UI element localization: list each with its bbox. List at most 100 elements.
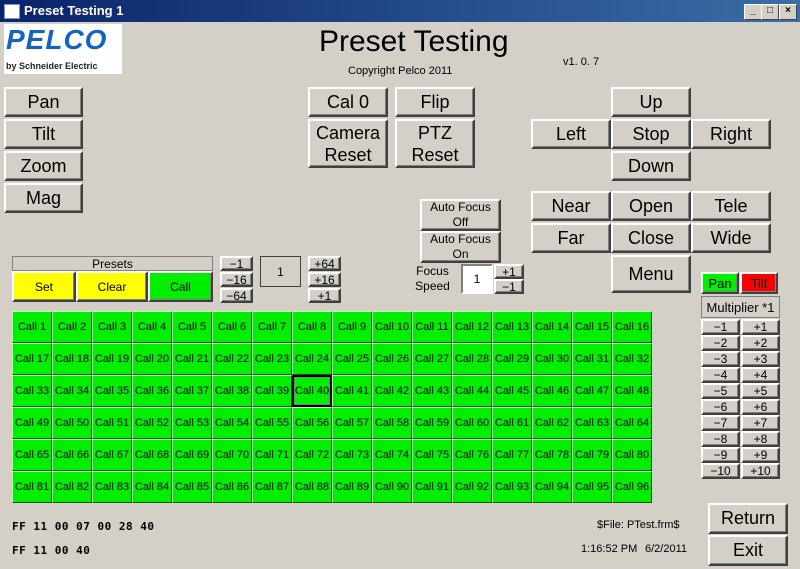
call-preset-button-73[interactable]: Call 73 bbox=[332, 439, 372, 471]
multiplier-plus-button-6[interactable]: +6 bbox=[741, 399, 780, 415]
call-preset-button-81[interactable]: Call 81 bbox=[12, 471, 52, 503]
call-preset-button-33[interactable]: Call 33 bbox=[12, 375, 52, 407]
call-preset-button-63[interactable]: Call 63 bbox=[572, 407, 612, 439]
up-button[interactable]: Up bbox=[611, 87, 691, 117]
multiplier-plus-button-2[interactable]: +2 bbox=[741, 335, 780, 351]
call-preset-button-41[interactable]: Call 41 bbox=[332, 375, 372, 407]
call-preset-button-68[interactable]: Call 68 bbox=[132, 439, 172, 471]
call-preset-button-58[interactable]: Call 58 bbox=[372, 407, 412, 439]
call-preset-button-88[interactable]: Call 88 bbox=[292, 471, 332, 503]
call-preset-button-2[interactable]: Call 2 bbox=[52, 311, 92, 343]
call-preset-button-49[interactable]: Call 49 bbox=[12, 407, 52, 439]
call-preset-button-89[interactable]: Call 89 bbox=[332, 471, 372, 503]
tilt-toggle-button[interactable]: Tilt bbox=[740, 272, 778, 294]
preset-minus16-button[interactable]: −16 bbox=[220, 272, 253, 287]
multiplier-minus-button-9[interactable]: −9 bbox=[701, 447, 740, 463]
left-button[interactable]: Left bbox=[531, 119, 611, 149]
call-preset-button-75[interactable]: Call 75 bbox=[412, 439, 452, 471]
minimize-button[interactable]: _ bbox=[744, 4, 762, 20]
call-preset-button-27[interactable]: Call 27 bbox=[412, 343, 452, 375]
call-preset-button-79[interactable]: Call 79 bbox=[572, 439, 612, 471]
call-preset-button-13[interactable]: Call 13 bbox=[492, 311, 532, 343]
call-preset-button-54[interactable]: Call 54 bbox=[212, 407, 252, 439]
call-preset-button-38[interactable]: Call 38 bbox=[212, 375, 252, 407]
call-preset-button-25[interactable]: Call 25 bbox=[332, 343, 372, 375]
call-preset-button-57[interactable]: Call 57 bbox=[332, 407, 372, 439]
call-preset-button-21[interactable]: Call 21 bbox=[172, 343, 212, 375]
call-preset-button-9[interactable]: Call 9 bbox=[332, 311, 372, 343]
call-preset-button-83[interactable]: Call 83 bbox=[92, 471, 132, 503]
call-preset-button-11[interactable]: Call 11 bbox=[412, 311, 452, 343]
call-preset-button-28[interactable]: Call 28 bbox=[452, 343, 492, 375]
call-preset-button-36[interactable]: Call 36 bbox=[132, 375, 172, 407]
cal0-button[interactable]: Cal 0 bbox=[308, 87, 388, 117]
call-preset-button-32[interactable]: Call 32 bbox=[612, 343, 652, 375]
call-preset-button-19[interactable]: Call 19 bbox=[92, 343, 132, 375]
focus-speed-input[interactable]: 1 bbox=[461, 264, 493, 294]
call-preset-button-70[interactable]: Call 70 bbox=[212, 439, 252, 471]
call-preset-button-87[interactable]: Call 87 bbox=[252, 471, 292, 503]
preset-clear-button[interactable]: Clear bbox=[76, 271, 148, 302]
multiplier-plus-button-10[interactable]: +10 bbox=[741, 463, 780, 479]
preset-plus1-button[interactable]: +1 bbox=[308, 288, 341, 303]
multiplier-plus-button-1[interactable]: +1 bbox=[741, 319, 780, 335]
call-preset-button-74[interactable]: Call 74 bbox=[372, 439, 412, 471]
call-preset-button-93[interactable]: Call 93 bbox=[492, 471, 532, 503]
multiplier-plus-button-8[interactable]: +8 bbox=[741, 431, 780, 447]
call-preset-button-61[interactable]: Call 61 bbox=[492, 407, 532, 439]
call-preset-button-20[interactable]: Call 20 bbox=[132, 343, 172, 375]
menu-button[interactable]: Menu bbox=[611, 255, 691, 293]
call-preset-button-34[interactable]: Call 34 bbox=[52, 375, 92, 407]
call-preset-button-37[interactable]: Call 37 bbox=[172, 375, 212, 407]
call-preset-button-86[interactable]: Call 86 bbox=[212, 471, 252, 503]
pan-button[interactable]: Pan bbox=[4, 87, 83, 117]
call-preset-button-43[interactable]: Call 43 bbox=[412, 375, 452, 407]
call-preset-button-67[interactable]: Call 67 bbox=[92, 439, 132, 471]
multiplier-minus-button-4[interactable]: −4 bbox=[701, 367, 740, 383]
call-preset-button-94[interactable]: Call 94 bbox=[532, 471, 572, 503]
call-preset-button-7[interactable]: Call 7 bbox=[252, 311, 292, 343]
call-preset-button-3[interactable]: Call 3 bbox=[92, 311, 132, 343]
exit-button[interactable]: Exit bbox=[708, 535, 788, 566]
close-button-lens[interactable]: Close bbox=[611, 223, 691, 253]
multiplier-plus-button-5[interactable]: +5 bbox=[741, 383, 780, 399]
near-button[interactable]: Near bbox=[531, 191, 611, 221]
call-preset-button-82[interactable]: Call 82 bbox=[52, 471, 92, 503]
ptz-reset-button[interactable]: PTZ Reset bbox=[395, 119, 475, 168]
call-preset-button-44[interactable]: Call 44 bbox=[452, 375, 492, 407]
call-preset-button-92[interactable]: Call 92 bbox=[452, 471, 492, 503]
call-preset-button-5[interactable]: Call 5 bbox=[172, 311, 212, 343]
call-preset-button-16[interactable]: Call 16 bbox=[612, 311, 652, 343]
call-preset-button-65[interactable]: Call 65 bbox=[12, 439, 52, 471]
call-preset-button-4[interactable]: Call 4 bbox=[132, 311, 172, 343]
call-preset-button-1[interactable]: Call 1 bbox=[12, 311, 52, 343]
call-preset-button-84[interactable]: Call 84 bbox=[132, 471, 172, 503]
multiplier-plus-button-4[interactable]: +4 bbox=[741, 367, 780, 383]
call-preset-button-66[interactable]: Call 66 bbox=[52, 439, 92, 471]
call-preset-button-64[interactable]: Call 64 bbox=[612, 407, 652, 439]
wide-button[interactable]: Wide bbox=[691, 223, 771, 253]
zoom-button[interactable]: Zoom bbox=[4, 151, 83, 181]
call-preset-button-69[interactable]: Call 69 bbox=[172, 439, 212, 471]
call-preset-button-56[interactable]: Call 56 bbox=[292, 407, 332, 439]
call-preset-button-59[interactable]: Call 59 bbox=[412, 407, 452, 439]
multiplier-minus-button-10[interactable]: −10 bbox=[701, 463, 740, 479]
call-preset-button-48[interactable]: Call 48 bbox=[612, 375, 652, 407]
call-preset-button-22[interactable]: Call 22 bbox=[212, 343, 252, 375]
call-preset-button-80[interactable]: Call 80 bbox=[612, 439, 652, 471]
call-preset-button-30[interactable]: Call 30 bbox=[532, 343, 572, 375]
close-button[interactable]: × bbox=[779, 4, 797, 20]
call-preset-button-39[interactable]: Call 39 bbox=[252, 375, 292, 407]
open-button[interactable]: Open bbox=[611, 191, 691, 221]
call-preset-button-53[interactable]: Call 53 bbox=[172, 407, 212, 439]
call-preset-button-45[interactable]: Call 45 bbox=[492, 375, 532, 407]
far-button[interactable]: Far bbox=[531, 223, 611, 253]
preset-minus1-button[interactable]: −1 bbox=[220, 256, 253, 271]
camera-reset-button[interactable]: Camera Reset bbox=[308, 119, 388, 168]
call-preset-button-15[interactable]: Call 15 bbox=[572, 311, 612, 343]
call-preset-button-62[interactable]: Call 62 bbox=[532, 407, 572, 439]
preset-minus64-button[interactable]: −64 bbox=[220, 288, 253, 303]
focus-speed-plus-button[interactable]: +1 bbox=[494, 264, 524, 279]
call-preset-button-52[interactable]: Call 52 bbox=[132, 407, 172, 439]
call-preset-button-31[interactable]: Call 31 bbox=[572, 343, 612, 375]
